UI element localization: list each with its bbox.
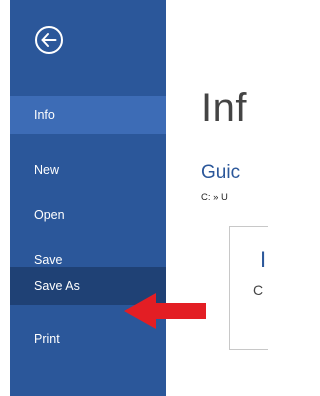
protect-document-card[interactable]: I C <box>229 226 268 350</box>
word-backstage-screen: Info New Open Save Save As Print Inf Gui… <box>0 0 268 396</box>
nav-item-label: Save <box>34 253 63 267</box>
backstage-nav: Info New Open Save Save As Print <box>10 0 166 396</box>
card-mark: I <box>260 247 267 272</box>
nav-item-label: Open <box>34 208 65 222</box>
nav-item-open[interactable]: Open <box>10 196 166 234</box>
nav-item-label: Info <box>34 108 55 122</box>
red-arrow-icon <box>124 293 206 329</box>
nav-item-label: Print <box>34 332 60 346</box>
info-pane: Inf Guic C: » U I C <box>166 0 268 396</box>
nav-item-label: New <box>34 163 60 177</box>
document-path[interactable]: C: » U <box>201 192 228 203</box>
back-arrow-circle-icon <box>35 26 63 54</box>
document-name: Guic <box>201 162 241 183</box>
nav-item-info[interactable]: Info <box>10 96 166 134</box>
nav-item-new[interactable]: New <box>10 151 166 189</box>
nav-item-label: Save As <box>34 279 80 293</box>
page-title: Inf <box>201 86 247 130</box>
back-button[interactable] <box>34 25 64 55</box>
card-text: C <box>253 282 264 298</box>
